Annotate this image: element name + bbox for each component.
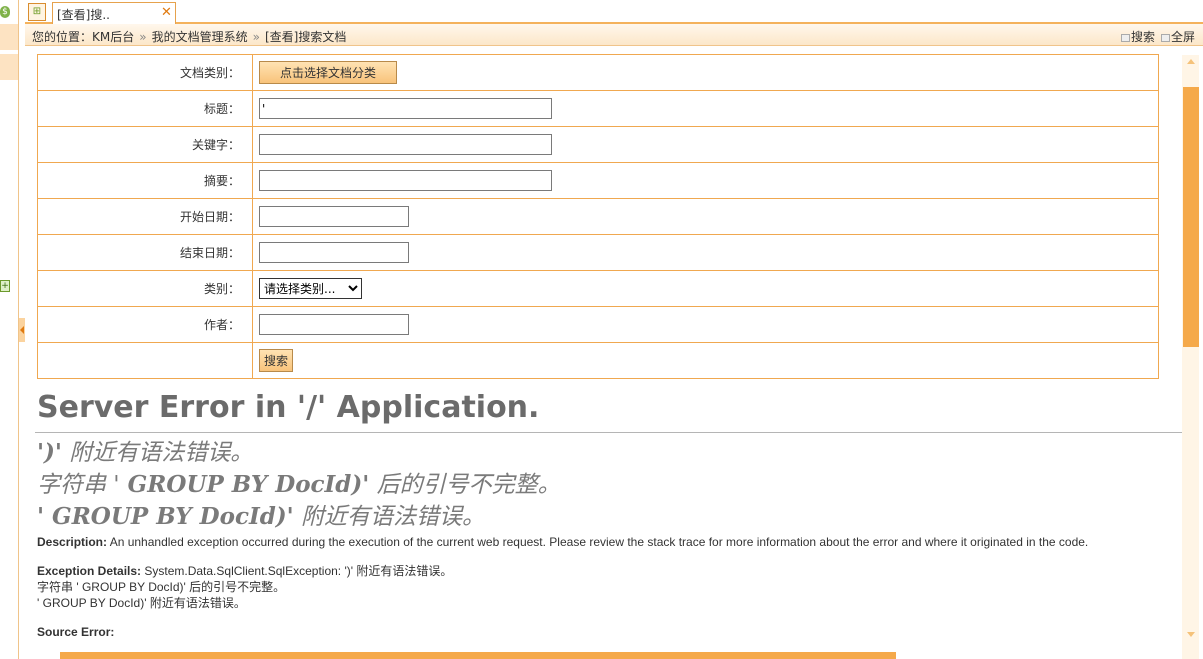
fullscreen-icon: [1160, 33, 1170, 42]
left-panel-block: [0, 24, 18, 50]
breadcrumb-item-doc-system[interactable]: 我的文档管理系统: [152, 30, 248, 44]
author-input[interactable]: [259, 314, 409, 335]
error-heading: Server Error in '/' Application.: [37, 390, 540, 425]
type-label: 类别：: [37, 270, 253, 307]
start-date-input[interactable]: [259, 206, 409, 227]
vertical-scrollbar[interactable]: [1182, 55, 1199, 659]
search-form: 文档类别： 点击选择文档分类 标题： 关键字： 摘要： 开始日期： 结束日期： …: [37, 54, 1159, 379]
doc-category-label: 文档类别：: [37, 54, 253, 91]
exception-details: Exception Details: System.Data.SqlClient…: [37, 564, 453, 610]
location-bar: 您的位置：KM后台 » 我的文档管理系统 » [查看]搜索文档 搜索 全屏: [25, 24, 1203, 46]
refresh-icon[interactable]: $: [0, 6, 10, 18]
form-row-author: 作者：: [37, 306, 1159, 343]
source-error-label: Source Error:: [37, 625, 115, 639]
type-select[interactable]: 请选择类别...: [259, 278, 362, 299]
breadcrumb-item-current: [查看]搜索文档: [264, 30, 347, 44]
tab-search-document[interactable]: [查看]搜.. ✕: [52, 2, 176, 24]
tab-bar: ⊞ [查看]搜.. ✕: [25, 0, 1203, 24]
keywords-label: 关键字：: [37, 126, 253, 163]
form-row-title: 标题：: [37, 90, 1159, 127]
end-date-label: 结束日期：: [37, 234, 253, 271]
search-button[interactable]: 搜索: [259, 349, 294, 372]
left-panel-strip: $ +: [0, 0, 25, 659]
title-input[interactable]: [259, 98, 552, 119]
error-line-1: ')' 附近有语法错误。: [37, 439, 254, 466]
server-error-panel: Server Error in '/' Application. ')' 附近有…: [35, 388, 1182, 639]
breadcrumb-item-km-admin[interactable]: KM后台: [92, 30, 134, 44]
left-panel-block: [0, 54, 18, 80]
location-bar-actions: 搜索 全屏: [1120, 28, 1195, 45]
keywords-input[interactable]: [259, 134, 552, 155]
source-error-box-edge: [60, 652, 896, 659]
breadcrumb: 您的位置：KM后台 » 我的文档管理系统 » [查看]搜索文档: [32, 28, 346, 45]
error-message: ')' 附近有语法错误。 字符串 ' GROUP BY DocId)' 后的引号…: [37, 437, 1182, 533]
title-label: 标题：: [37, 90, 253, 127]
scroll-down-icon[interactable]: [1187, 632, 1195, 637]
form-row-end-date: 结束日期：: [37, 234, 1159, 271]
error-line-3: ' GROUP BY DocId)' 附近有语法错误。: [37, 503, 486, 530]
start-date-label: 开始日期：: [37, 198, 253, 235]
search-toggle-link[interactable]: 搜索: [1131, 30, 1155, 44]
end-date-input[interactable]: [259, 242, 409, 263]
summary-label: 摘要：: [37, 162, 253, 199]
error-line-2: 字符串 ' GROUP BY DocId)' 后的引号不完整。: [37, 471, 561, 498]
fullscreen-link[interactable]: 全屏: [1171, 30, 1195, 44]
collapse-panel-handle[interactable]: [19, 318, 25, 342]
form-row-start-date: 开始日期：: [37, 198, 1159, 235]
summary-input[interactable]: [259, 170, 552, 191]
error-description: Description: An unhandled exception occu…: [37, 535, 1089, 549]
breadcrumb-prefix: 您的位置：: [32, 30, 93, 44]
close-icon[interactable]: ✕: [161, 5, 172, 20]
form-row-submit: 搜索: [37, 342, 1159, 379]
form-row-doc-category: 文档类别： 点击选择文档分类: [37, 54, 1159, 91]
form-row-type: 类别： 请选择类别...: [37, 270, 1159, 307]
scroll-up-icon[interactable]: [1187, 59, 1195, 64]
home-tab-icon[interactable]: ⊞: [28, 3, 46, 21]
select-doc-category-button[interactable]: 点击选择文档分类: [259, 61, 398, 84]
scrollbar-thumb[interactable]: [1183, 87, 1199, 347]
form-row-summary: 摘要：: [37, 162, 1159, 199]
author-label: 作者：: [37, 306, 253, 343]
error-divider: [35, 432, 1182, 433]
form-row-keywords: 关键字：: [37, 126, 1159, 163]
right-edge: [1199, 55, 1203, 659]
breadcrumb-separator: »: [139, 30, 147, 44]
add-icon[interactable]: +: [0, 280, 10, 292]
search-icon: [1120, 33, 1130, 42]
tab-label: [查看]搜..: [57, 8, 110, 22]
breadcrumb-separator: »: [252, 30, 260, 44]
